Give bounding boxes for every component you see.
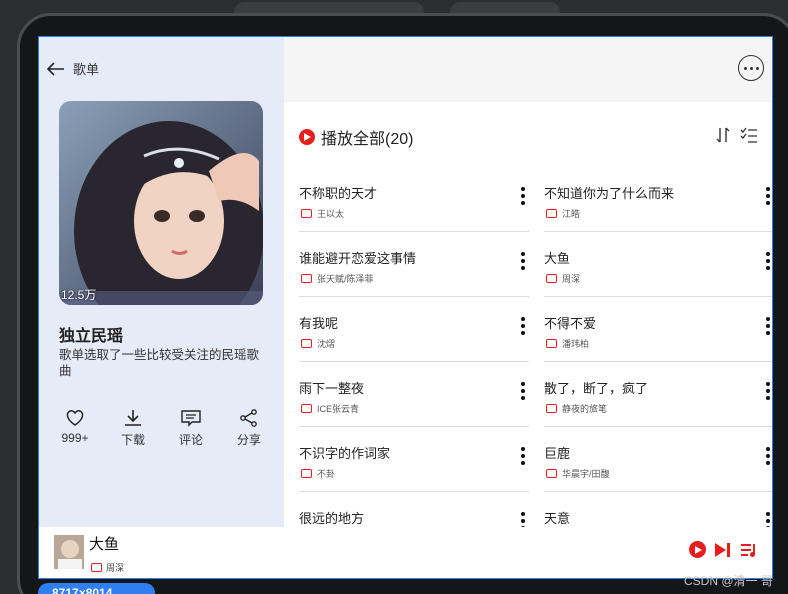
- song-item[interactable]: 谁能避开恋爱这事情 张天赋/陈泽菲: [299, 232, 529, 297]
- song-name: 不知道你为了什么而来: [544, 186, 675, 201]
- song-name: 天意: [544, 511, 571, 526]
- now-playing-title: 大鱼: [89, 536, 120, 553]
- song-artist: 王以太: [317, 209, 345, 219]
- now-playing-cover[interactable]: [54, 535, 84, 569]
- song-item[interactable]: 巨鹿 华晨宇/田馥: [544, 427, 772, 492]
- comment-button[interactable]: 评论: [171, 409, 211, 448]
- tv-icon: [546, 209, 557, 218]
- song-name: 有我呢: [299, 316, 339, 331]
- song-name: 不得不爱: [544, 316, 597, 331]
- tv-icon: [301, 339, 312, 348]
- song-item[interactable]: 有我呢 沈熠: [299, 297, 529, 362]
- tv-icon: [546, 404, 557, 413]
- playlist-title: 独立民瑶: [59, 328, 124, 345]
- song-menu-button[interactable]: [521, 447, 525, 465]
- song-menu-button[interactable]: [521, 382, 525, 400]
- song-artist: 静夜的旅笔: [562, 404, 608, 414]
- song-artist: 周深: [562, 274, 581, 284]
- song-artist: 沈熠: [317, 339, 336, 349]
- song-name: 很远的地方: [299, 511, 365, 526]
- song-artist: 不卦: [317, 469, 336, 479]
- song-item[interactable]: 不知道你为了什么而来 江皓: [544, 167, 772, 232]
- playlist-info-panel: 歌单 12.5万 独立民瑶 歌单选取了一些比较受关注的民瑶歌曲 999+ 下载 …: [39, 37, 284, 527]
- now-playing-artist: 周深: [106, 563, 125, 573]
- dimension-badge: 8717×8014: [38, 583, 155, 594]
- download-icon: [125, 410, 141, 426]
- playlist-description: 歌单选取了一些比较受关注的民瑶歌曲: [59, 348, 260, 378]
- cover-illustration: [59, 101, 263, 305]
- song-artist: 江皓: [562, 209, 581, 219]
- song-artist: 华晨宇/田馥: [562, 469, 610, 479]
- play-count: 12.5万: [61, 288, 97, 302]
- multi-select-icon[interactable]: [740, 127, 758, 143]
- comment-icon: [181, 410, 201, 427]
- tv-icon: [301, 469, 312, 478]
- next-track-icon[interactable]: [714, 542, 732, 558]
- watermark: CSDN @清一 哥: [684, 574, 773, 588]
- song-menu-button[interactable]: [766, 252, 770, 270]
- share-label: 分享: [236, 433, 261, 447]
- back-label: 歌单: [73, 62, 100, 77]
- song-name: 巨鹿: [544, 446, 571, 461]
- song-item[interactable]: 不称职的天才 王以太: [299, 167, 529, 232]
- tv-icon: [546, 469, 557, 478]
- heart-icon: [66, 410, 84, 426]
- play-all-button[interactable]: 播放全部(20): [299, 125, 413, 149]
- comment-label: 评论: [178, 433, 203, 447]
- more-options-button[interactable]: [738, 55, 764, 81]
- playlist-cover[interactable]: 12.5万: [59, 101, 263, 305]
- playlist-queue-icon[interactable]: [740, 542, 758, 558]
- song-menu-button[interactable]: [766, 317, 770, 335]
- song-artist: ICE张云青: [317, 404, 360, 414]
- song-name: 散了，断了，疯了: [544, 381, 649, 396]
- song-name: 雨下一整夜: [299, 381, 365, 396]
- play-circle-icon: [299, 129, 315, 145]
- right-header: [284, 37, 772, 102]
- more-dot-icon: [755, 66, 759, 70]
- song-menu-button[interactable]: [521, 187, 525, 205]
- playlist-actions: 999+ 下载 评论 分享: [55, 409, 269, 448]
- share-button[interactable]: 分享: [229, 409, 269, 448]
- tv-icon: [301, 274, 312, 283]
- more-dot-icon: [749, 66, 753, 70]
- mini-player[interactable]: 大鱼 周深: [39, 527, 772, 578]
- like-count: 999+: [61, 431, 89, 445]
- song-menu-button[interactable]: [521, 317, 525, 335]
- song-menu-button[interactable]: [766, 187, 770, 205]
- play-all-label: 播放全部(20): [321, 131, 414, 148]
- song-name: 谁能避开恋爱这事情: [299, 251, 417, 266]
- like-button[interactable]: 999+: [55, 409, 95, 448]
- song-artist: 张天赋/陈泽菲: [317, 274, 374, 284]
- sort-icon[interactable]: [716, 127, 730, 143]
- song-item[interactable]: 散了，断了，疯了 静夜的旅笔: [544, 362, 772, 427]
- song-menu-button[interactable]: [766, 382, 770, 400]
- back-button[interactable]: 歌单: [47, 59, 99, 78]
- list-tools: [716, 127, 758, 143]
- song-item[interactable]: 大鱼 周深: [544, 232, 772, 297]
- song-item[interactable]: 雨下一整夜 ICE张云青: [299, 362, 529, 427]
- tv-icon: [91, 563, 102, 572]
- tv-icon: [546, 274, 557, 283]
- song-menu-button[interactable]: [766, 447, 770, 465]
- download-button[interactable]: 下载: [113, 409, 153, 448]
- play-button[interactable]: [689, 541, 706, 558]
- song-item[interactable]: 不识字的作词家 不卦: [299, 427, 529, 492]
- player-controls: [689, 541, 758, 558]
- song-name: 不识字的作词家: [299, 446, 391, 461]
- tv-icon: [301, 404, 312, 413]
- song-name: 大鱼: [544, 251, 571, 266]
- song-name: 不称职的天才: [299, 186, 378, 201]
- download-label: 下载: [120, 433, 145, 447]
- tv-icon: [546, 339, 557, 348]
- share-icon: [240, 409, 257, 427]
- arrow-left-icon: [47, 61, 64, 76]
- song-item[interactable]: 不得不爱 潘玮柏: [544, 297, 772, 362]
- tv-icon: [301, 209, 312, 218]
- more-dot-icon: [743, 66, 747, 70]
- app-screen: 歌单 12.5万 独立民瑶 歌单选取了一些比较受关注的民瑶歌曲 999+ 下载 …: [38, 36, 773, 579]
- song-menu-button[interactable]: [521, 252, 525, 270]
- song-artist: 潘玮柏: [562, 339, 590, 349]
